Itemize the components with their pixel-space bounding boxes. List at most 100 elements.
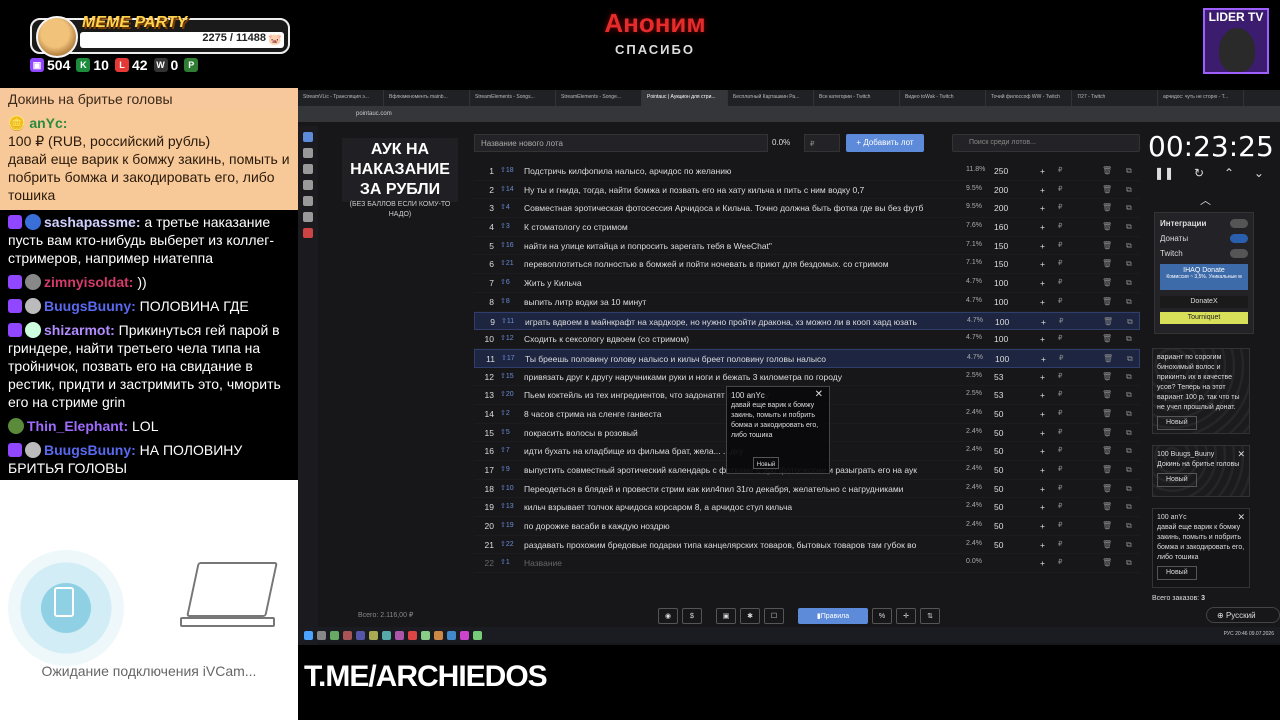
browser-tab[interactable]: StreamElements - Songe... [556,90,642,106]
copy-icon[interactable]: ⧉ [1127,317,1133,327]
plus-icon[interactable]: + [1040,409,1045,419]
pause-icon[interactable]: ❚❚ [1154,166,1174,180]
lot-name[interactable]: по дорожке васаби в каждую ноздрю [524,521,952,531]
lot-row[interactable]: 5 ⇧16 найти на улице китайца и попросить з… [474,237,1140,256]
ruble-icon[interactable]: ₽ [1058,334,1062,342]
plus-icon[interactable]: + [1040,222,1045,232]
donations-toggle[interactable] [1230,234,1248,243]
language-select[interactable]: ⊕ Русский [1206,607,1280,623]
order-new-button[interactable]: Новый [1157,416,1197,430]
copy-icon[interactable]: ⧉ [1126,558,1132,568]
plus-icon[interactable]: + [1040,502,1045,512]
app-icon[interactable] [356,630,365,640]
app-icon[interactable] [395,630,404,640]
plus-icon[interactable]: + [1040,334,1045,344]
plus-icon[interactable]: + [1040,521,1045,531]
plus-icon[interactable]: + [1040,558,1045,568]
lot-amount[interactable]: 50 [994,409,1003,419]
plus-icon[interactable]: + [1040,166,1045,176]
ruble-icon[interactable]: ₽ [1058,166,1062,174]
ruble-icon[interactable]: ₽ [1058,465,1062,473]
browser-tab[interactable]: StreamVLic - Трансляция э... [298,90,384,106]
plus-icon[interactable]: + [1040,465,1045,475]
lot-name[interactable]: Подстричь килфопила налысо, арчидос по ж… [524,166,952,176]
app-icon[interactable] [473,630,482,640]
trash-icon[interactable]: 🗑 [1102,428,1112,437]
auction-icon[interactable] [303,132,313,142]
copy-icon[interactable]: ⧉ [1126,222,1132,232]
app-icon[interactable] [330,630,339,640]
ruble-icon[interactable]: ₽ [1058,203,1062,211]
lot-amount[interactable]: 50 [994,484,1003,494]
percent-icon[interactable]: % [872,608,892,624]
plus-icon[interactable]: + [1040,203,1045,213]
lot-amount[interactable]: 100 [994,334,1008,344]
lot-amount[interactable]: 200 [994,185,1008,195]
copy-icon[interactable]: ⧉ [1126,521,1132,531]
close-icon[interactable]: ✕ [1237,449,1245,459]
lot-row[interactable]: 18 ⇧10 Переодеться в блядей и провести стр… [474,480,1140,499]
ruble-icon[interactable]: ₽ [1058,185,1062,193]
lot-amount[interactable]: 100 [995,354,1009,364]
lot-amount[interactable]: 100 [994,297,1008,307]
lot-row[interactable]: 7 ⇧6 Жить у Кильча 4.7% 100 + ₽ 🗑 ⧉ [474,274,1140,293]
lot-amount[interactable]: 50 [994,521,1003,531]
lot-amount[interactable]: 50 [994,502,1003,512]
trash-icon[interactable]: 🗑 [1102,334,1112,343]
trash-icon[interactable]: 🗑 [1103,354,1113,363]
collapse-icon[interactable]: ︿ [1200,192,1211,208]
help-icon[interactable] [303,196,313,206]
lot-name[interactable]: привязать друг к другу наручниками руки … [524,372,952,382]
ruble-icon[interactable]: ₽ [1058,241,1062,249]
copy-icon[interactable]: ⧉ [1126,409,1132,419]
lot-amount[interactable]: 250 [994,166,1008,176]
plus-icon[interactable]: + [1040,446,1045,456]
trash-icon[interactable]: 🗑 [1102,465,1112,474]
lot-name[interactable]: Название [524,558,952,568]
trash-icon[interactable]: 🗑 [1102,409,1112,418]
order-new-button[interactable]: Новый [1157,566,1197,580]
browser-tab[interactable]: Вфлюменоменть mainb... [384,90,470,106]
lot-search-input[interactable]: Поиск среди лотов... [952,134,1140,152]
copy-icon[interactable]: ⧉ [1126,372,1132,382]
trash-icon[interactable]: 🗑 [1102,259,1112,268]
ruble-icon[interactable]: ₽ [1058,409,1062,417]
lot-name[interactable]: кильч взрывает толчок арчидоса корсаром … [524,502,952,512]
ruble-icon[interactable]: ₽ [1058,428,1062,436]
trash-icon[interactable]: 🗑 [1102,521,1112,530]
lot-row[interactable]: 8 ⇧8 выпить литр водки за 10 минут 4.7% 100 +… [474,293,1140,312]
lot-name[interactable]: Сходить к сексологу вдвоем (со стримом) [524,334,952,344]
wheel-icon[interactable]: ▣ [716,608,736,624]
ruble-icon[interactable]: ₽ [1058,484,1062,492]
browser-tab[interactable]: арчидос: чуть не сторю - Т... [1158,90,1244,106]
tourniquet-card[interactable]: Tourniquet [1160,312,1248,324]
ruble-icon[interactable]: ₽ [1058,502,1062,510]
ruble-icon[interactable]: ₽ [1058,390,1062,398]
copy-icon[interactable]: ⧉ [1126,390,1132,400]
settings-icon[interactable] [303,148,313,158]
lot-row[interactable]: 4 ⇧3 К стоматологу со стримом 7.6% 160 + ₽ 🗑 ⧉ [474,218,1140,237]
plus-icon[interactable]: + [1040,297,1045,307]
ruble-icon[interactable]: ₽ [1058,372,1062,380]
new-lot-amount-input[interactable]: ₽ [804,134,840,152]
plus-icon[interactable]: + [1041,317,1046,327]
copy-icon[interactable]: ⧉ [1126,502,1132,512]
integrations-toggle[interactable] [1230,219,1248,228]
plus-icon[interactable]: + [1040,428,1045,438]
add-lot-button[interactable]: + Добавить лот [846,134,924,152]
trash-icon[interactable]: 🗑 [1102,278,1112,287]
lot-row[interactable]: 20 ⇧19 по дорожке васаби в каждую ноздрю 2.… [474,517,1140,536]
trash-icon[interactable]: 🗑 [1102,540,1112,549]
order-new-button[interactable]: Новый [1157,473,1197,487]
lot-name[interactable]: Переодеться в блядей и провести стрим ка… [524,484,952,494]
ihaq-donate-card[interactable]: IHAQ Donate Комиссия ~ 3,5%. Уникальные м [1160,264,1248,290]
popup-new-button[interactable]: Новый [753,457,779,469]
lot-name[interactable]: играть вдвоем в майнкрафт на хардкоре, н… [525,317,953,327]
app-icon[interactable] [434,630,443,640]
trash-icon[interactable]: 🗑 [1102,390,1112,399]
windows-start-icon[interactable] [304,630,313,640]
plus-icon[interactable]: + [1040,278,1045,288]
new-lot-input[interactable]: Название нового лота [474,134,768,152]
trash-icon[interactable]: 🗑 [1102,446,1112,455]
lot-row[interactable]: 12 ⇧15 привязать друг к другу наручниками … [474,368,1140,387]
